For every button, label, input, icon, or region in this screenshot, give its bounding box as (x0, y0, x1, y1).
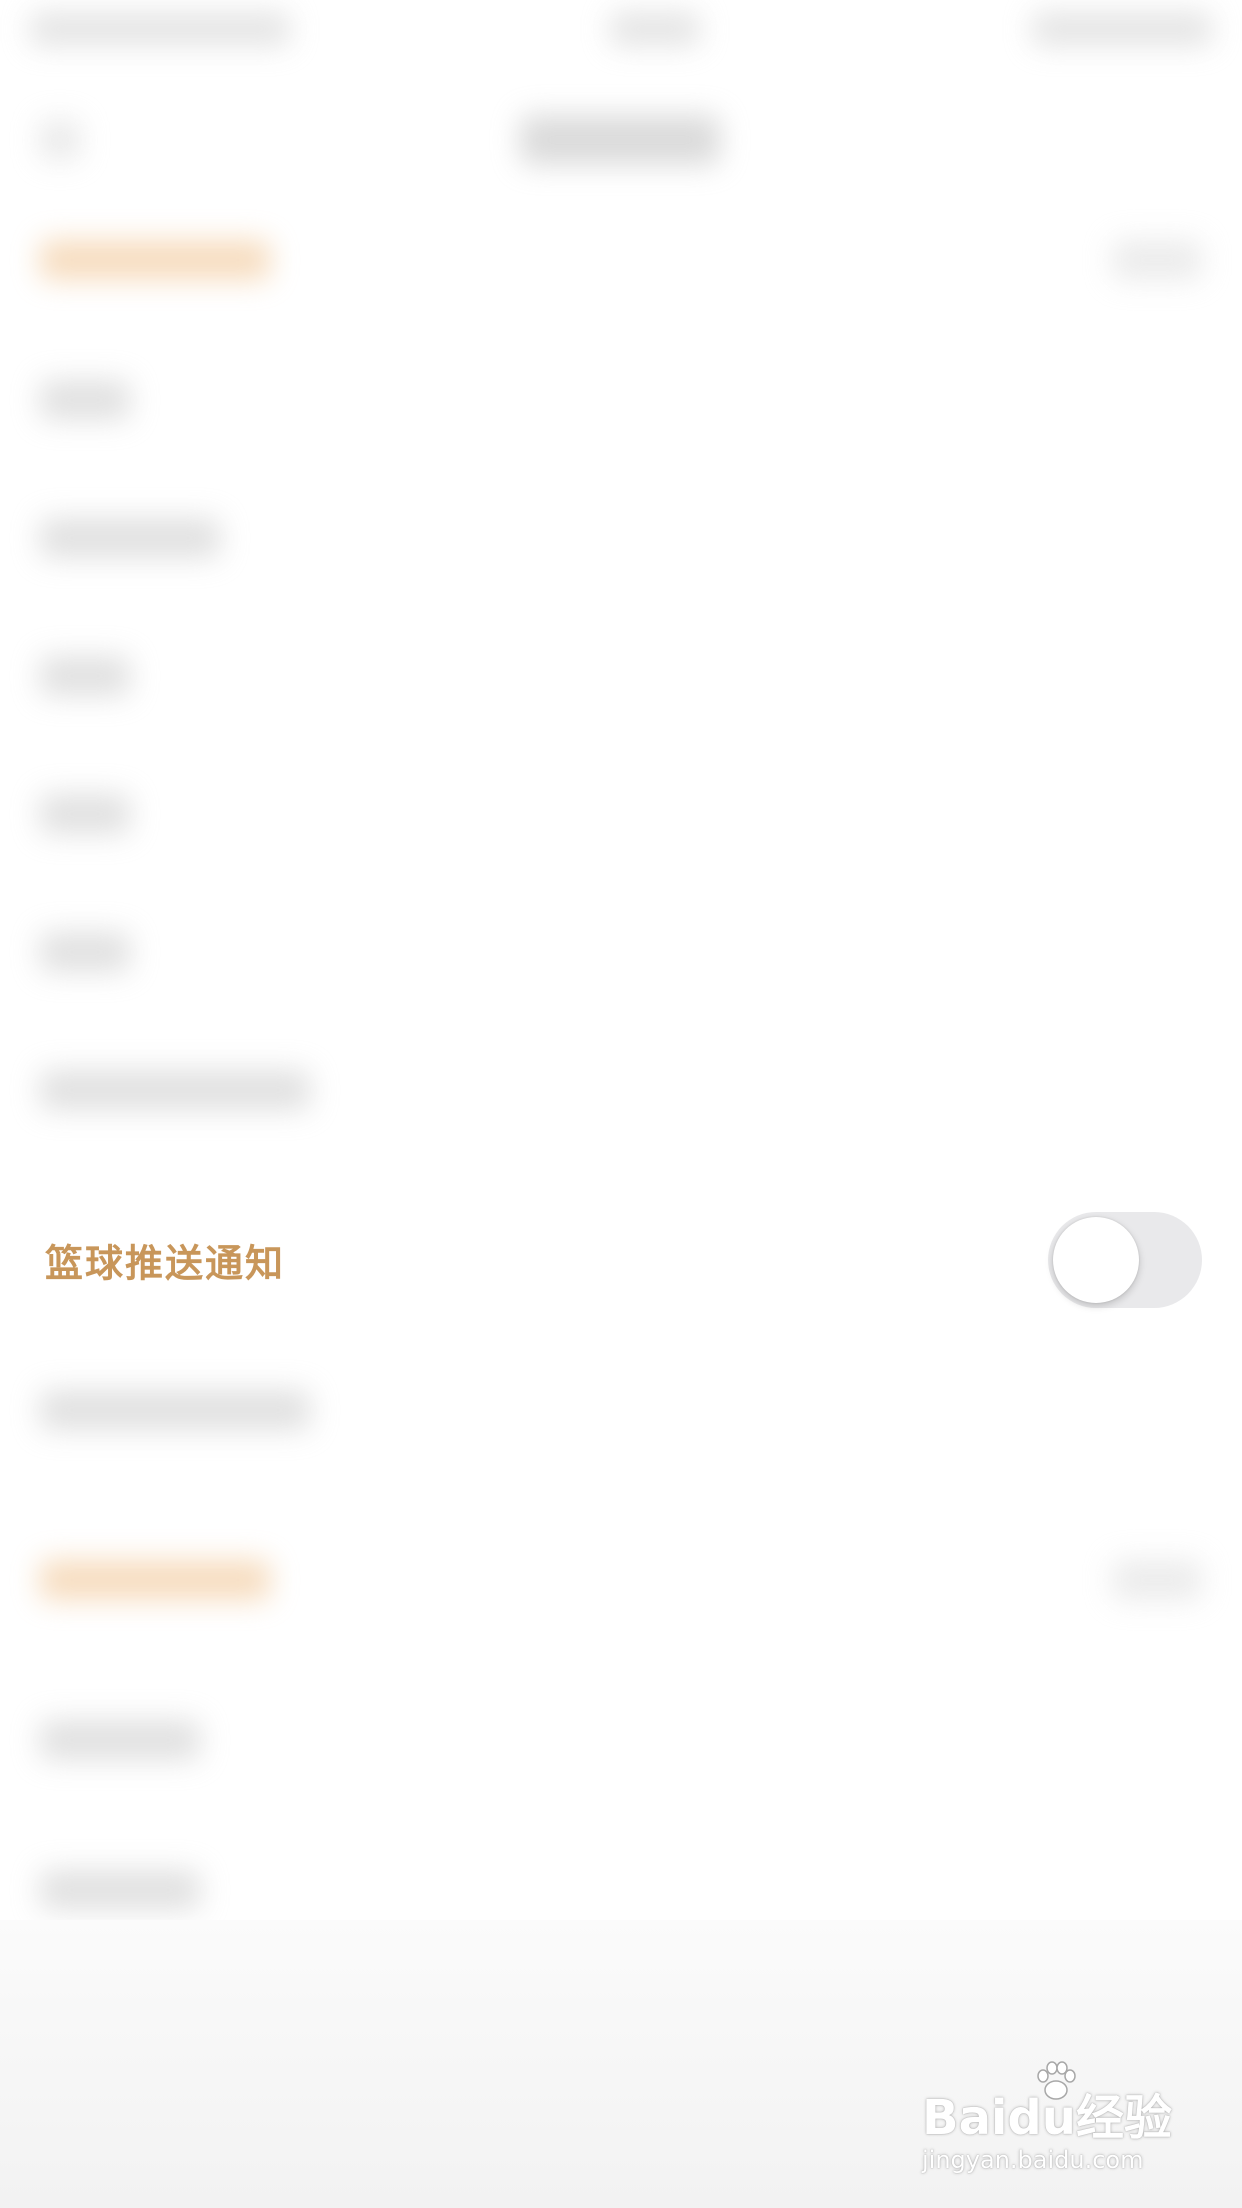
settings-row[interactable] (40, 794, 130, 834)
back-icon[interactable] (40, 120, 80, 160)
settings-row[interactable] (40, 1720, 200, 1760)
nav-bar (0, 110, 1242, 170)
status-time (610, 12, 700, 46)
toggle-knob[interactable] (1053, 1217, 1139, 1303)
settings-row[interactable] (40, 656, 130, 696)
basketball-push-row[interactable]: 篮球推送通知 (0, 1185, 1242, 1335)
section-toggle[interactable] (1112, 240, 1202, 280)
watermark-brand: Baidu经验 (922, 2090, 1172, 2146)
blurred-background (0, 0, 1242, 2208)
section-toggle[interactable] (1112, 1560, 1202, 1600)
baidu-watermark: Baidu经验 jingyan.baidu.com (922, 2058, 1182, 2178)
page-title (520, 115, 720, 165)
settings-row[interactable] (40, 932, 130, 972)
settings-screen: 篮球推送通知 Baidu经验 jingyan.baidu.com (0, 0, 1242, 2208)
basketball-push-label: 篮球推送通知 (45, 1241, 286, 1286)
battery-indicator (1032, 12, 1212, 46)
settings-row[interactable] (40, 1870, 200, 1910)
settings-row[interactable] (40, 1390, 310, 1430)
status-bar (30, 12, 1212, 52)
settings-row[interactable] (40, 1070, 310, 1110)
basketball-push-toggle[interactable] (1048, 1212, 1202, 1308)
signal-indicator (30, 12, 290, 46)
settings-row[interactable] (40, 380, 130, 420)
section-header (40, 240, 270, 280)
watermark-url: jingyan.baidu.com (922, 2146, 1144, 2174)
settings-row[interactable] (40, 518, 220, 558)
section-header (40, 1560, 270, 1600)
